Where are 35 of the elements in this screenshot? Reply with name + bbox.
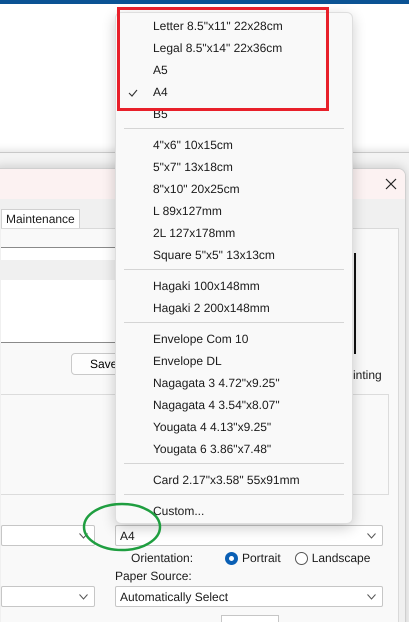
radio-button[interactable] — [294, 552, 308, 564]
menu-item[interactable]: Square 5"x5" 13x13cm — [116, 244, 352, 266]
chevron-icon — [367, 532, 376, 538]
menu-item[interactable]: 4"x6" 10x15cm — [116, 134, 352, 156]
menu-item[interactable]: A5 — [116, 59, 352, 81]
menu-item[interactable]: Nagagata 4 3.54"x8.07" — [116, 394, 352, 416]
menu-item[interactable]: Nagagata 3 4.72"x9.25" — [116, 372, 352, 394]
menu-item[interactable]: Custom... — [116, 500, 352, 522]
menu-item[interactable]: Letter 8.5"x11" 22x28cm — [116, 15, 352, 37]
radio-button[interactable] — [225, 552, 238, 564]
menu-item[interactable]: 2L 127x178mm — [116, 222, 352, 244]
preview-caption: inting — [353, 368, 382, 382]
orientation-label: Orientation: — [131, 550, 194, 567]
radio-label: Portrait — [242, 550, 281, 567]
menu-item[interactable]: Envelope Com 10 — [116, 328, 352, 350]
menu-item[interactable]: Yougata 4 4.13"x9.25" — [116, 416, 352, 438]
menu-item[interactable]: 8"x10" 20x25cm — [116, 178, 352, 200]
paper-source-label: Paper Source: — [115, 569, 193, 583]
menu-item[interactable]: Hagaki 100x148mm — [116, 275, 352, 297]
menu-item[interactable]: L 89x127mm — [116, 200, 352, 222]
chevron-icon — [367, 594, 376, 600]
chevron-icon — [79, 594, 88, 600]
menu-item[interactable]: Hagaki 2 200x148mm — [116, 297, 352, 319]
menu-item[interactable]: 5"x7" 13x18cm — [116, 156, 352, 178]
chevron-icon — [79, 532, 88, 538]
paper-size-dropdown[interactable]: A4 — [115, 525, 383, 546]
menu-item[interactable]: Legal 8.5"x14" 22x36cm — [116, 37, 352, 59]
dropdown[interactable] — [1, 525, 95, 546]
menu-item[interactable]: Card 2.17"x3.58" 55x91mm — [116, 469, 352, 491]
radio-label: Landscape — [312, 550, 370, 567]
menu-item[interactable]: A4 — [116, 81, 352, 103]
close-icon[interactable] — [385, 178, 397, 190]
menu-item[interactable]: Yougata 6 3.86"x7.48" — [116, 438, 352, 460]
paper-source-dropdown[interactable]: Automatically Select — [115, 586, 383, 607]
tab[interactable]: Maintenance — [1, 209, 80, 228]
